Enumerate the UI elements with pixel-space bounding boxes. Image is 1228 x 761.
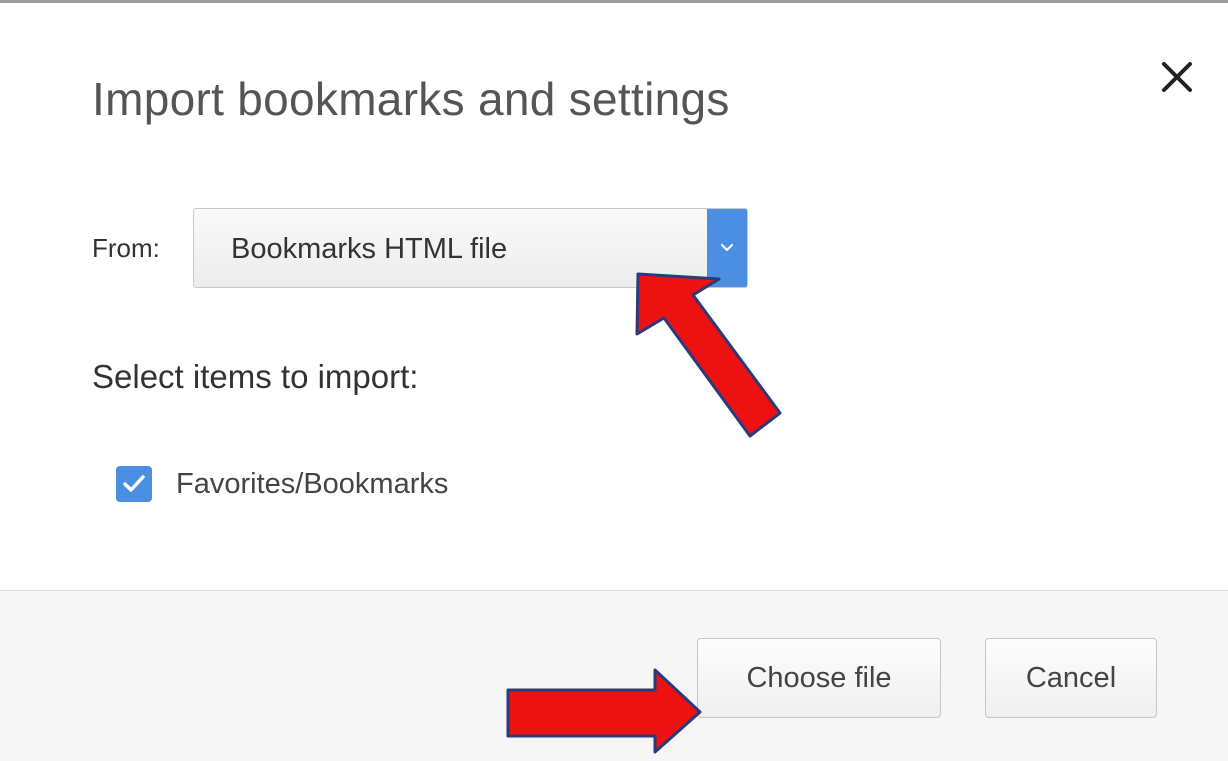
cancel-button[interactable]: Cancel — [985, 638, 1157, 718]
from-label: From: — [92, 233, 160, 263]
dialog-title: Import bookmarks and settings — [92, 73, 730, 125]
checkmark-icon — [123, 475, 145, 492]
favorites-bookmarks-checkbox[interactable] — [116, 466, 152, 502]
chevron-down-icon — [720, 243, 734, 252]
dialog-top-border — [0, 0, 1228, 3]
select-items-heading: Select items to import: — [92, 358, 419, 395]
choose-file-button[interactable]: Choose file — [697, 638, 941, 718]
close-icon — [1162, 62, 1192, 92]
from-select-value: Bookmarks HTML file — [231, 233, 508, 265]
annotation-arrow-dropdown — [635, 272, 782, 438]
favorites-bookmarks-option[interactable]: Favorites/Bookmarks — [116, 464, 448, 504]
favorites-bookmarks-label: Favorites/Bookmarks — [176, 467, 449, 500]
select-dropdown-button[interactable] — [707, 209, 747, 287]
close-button[interactable] — [1158, 58, 1198, 98]
from-select[interactable]: Bookmarks HTML file — [193, 208, 748, 288]
import-dialog: Import bookmarks and settings From: Book… — [0, 0, 1228, 761]
